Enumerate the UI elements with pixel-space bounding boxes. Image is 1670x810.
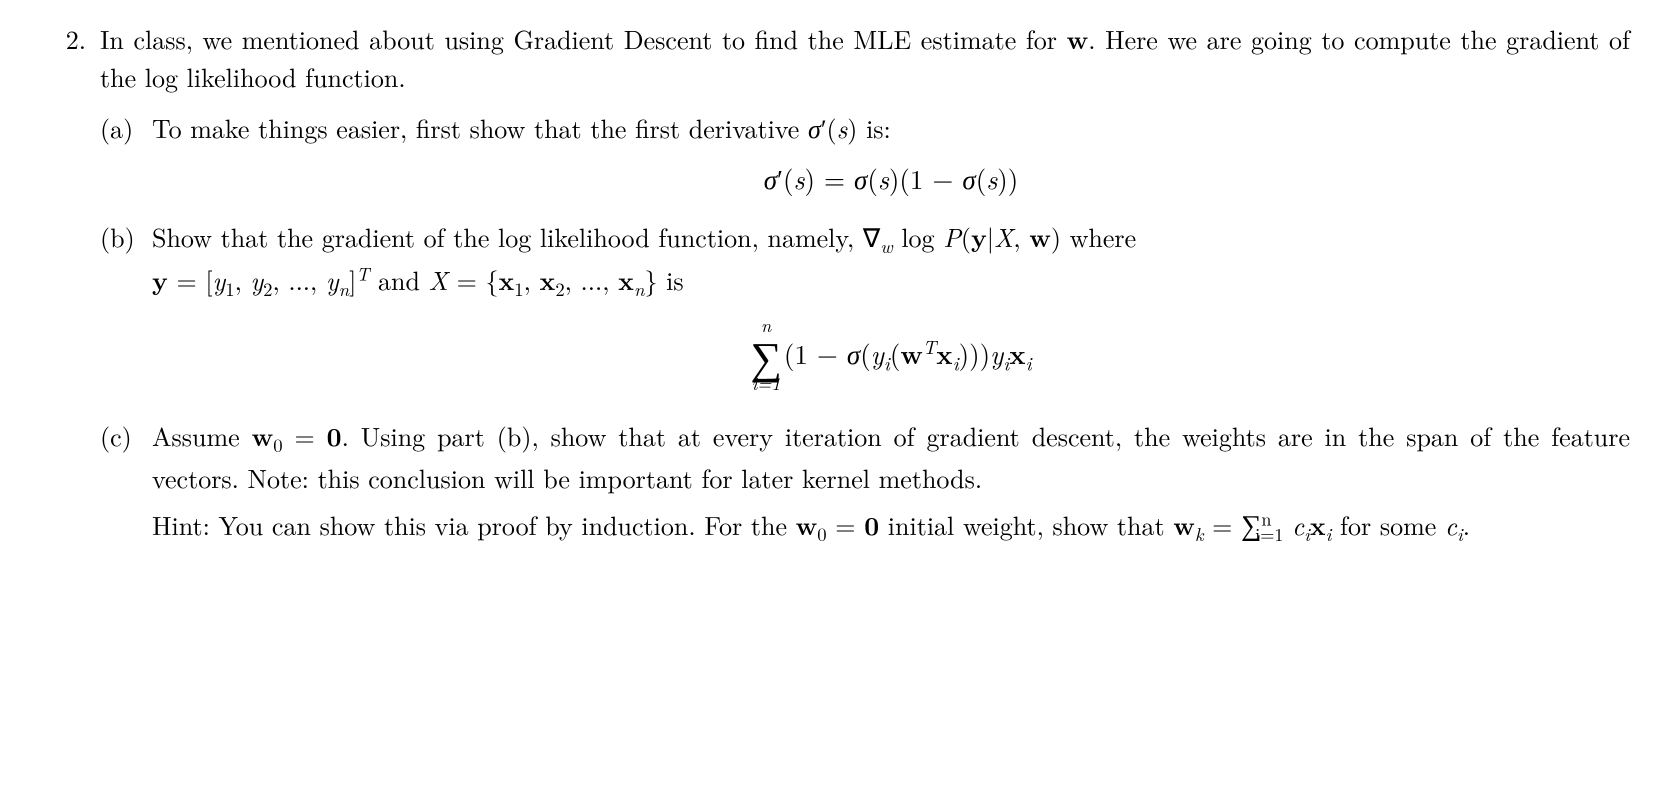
part-a-body: To make things easier, first show that t… [152, 109, 1630, 204]
part-b-line1: Show that the gradient of the log likeli… [152, 218, 1630, 260]
part-c-label: (c) [100, 417, 152, 455]
part-b: (b) Show that the gradient of the log li… [100, 218, 1630, 403]
hint-sum-body: cixi [1283, 506, 1331, 543]
problem-number: 2. [40, 20, 100, 58]
hint-sum: ∑ni=1 [1241, 506, 1283, 543]
part-b-equation: n ∑ i=1 (1 − σ(yi(wTxi)))yixi [152, 317, 1630, 393]
part-b-line2: y = [y1, y2, ..., yn]T and X = {x1, x2, … [152, 261, 1630, 303]
part-c-body: Assume w0 = 0. Using part (b), show that… [152, 417, 1630, 548]
part-c: (c) Assume w0 = 0. Using part (b), show … [100, 417, 1630, 548]
hint-post: for some ci. [1331, 506, 1470, 543]
sum-body: (1 − σ(yi(wTxi)))yixi [784, 334, 1032, 372]
part-b-label: (b) [100, 218, 152, 256]
part-c-hint: Hint: You can show this via proof by ind… [152, 505, 1630, 548]
part-a: (a) To make things easier, first show th… [100, 109, 1630, 204]
sigma-icon: ∑ [750, 335, 782, 375]
sum-lower: i=1 [750, 375, 782, 393]
hint-sum-lower: i=1 [1255, 521, 1283, 547]
problem-intro: In class, we mentioned about using Gradi… [100, 20, 1630, 95]
part-a-label: (a) [100, 109, 152, 147]
part-c-para1: Assume w0 = 0. Using part (b), show that… [152, 417, 1630, 497]
hint-pre: Hint: You can show this via proof by ind… [152, 506, 1241, 543]
sum-symbol: n ∑ i=1 [750, 317, 782, 393]
part-a-equation: σ′(s) = σ(s)(1 − σ(s)) [152, 159, 1630, 198]
problem-2: 2. In class, we mentioned about using Gr… [40, 20, 1630, 95]
part-a-text: To make things easier, first show that t… [152, 109, 1630, 147]
part-b-body: Show that the gradient of the log likeli… [152, 218, 1630, 403]
